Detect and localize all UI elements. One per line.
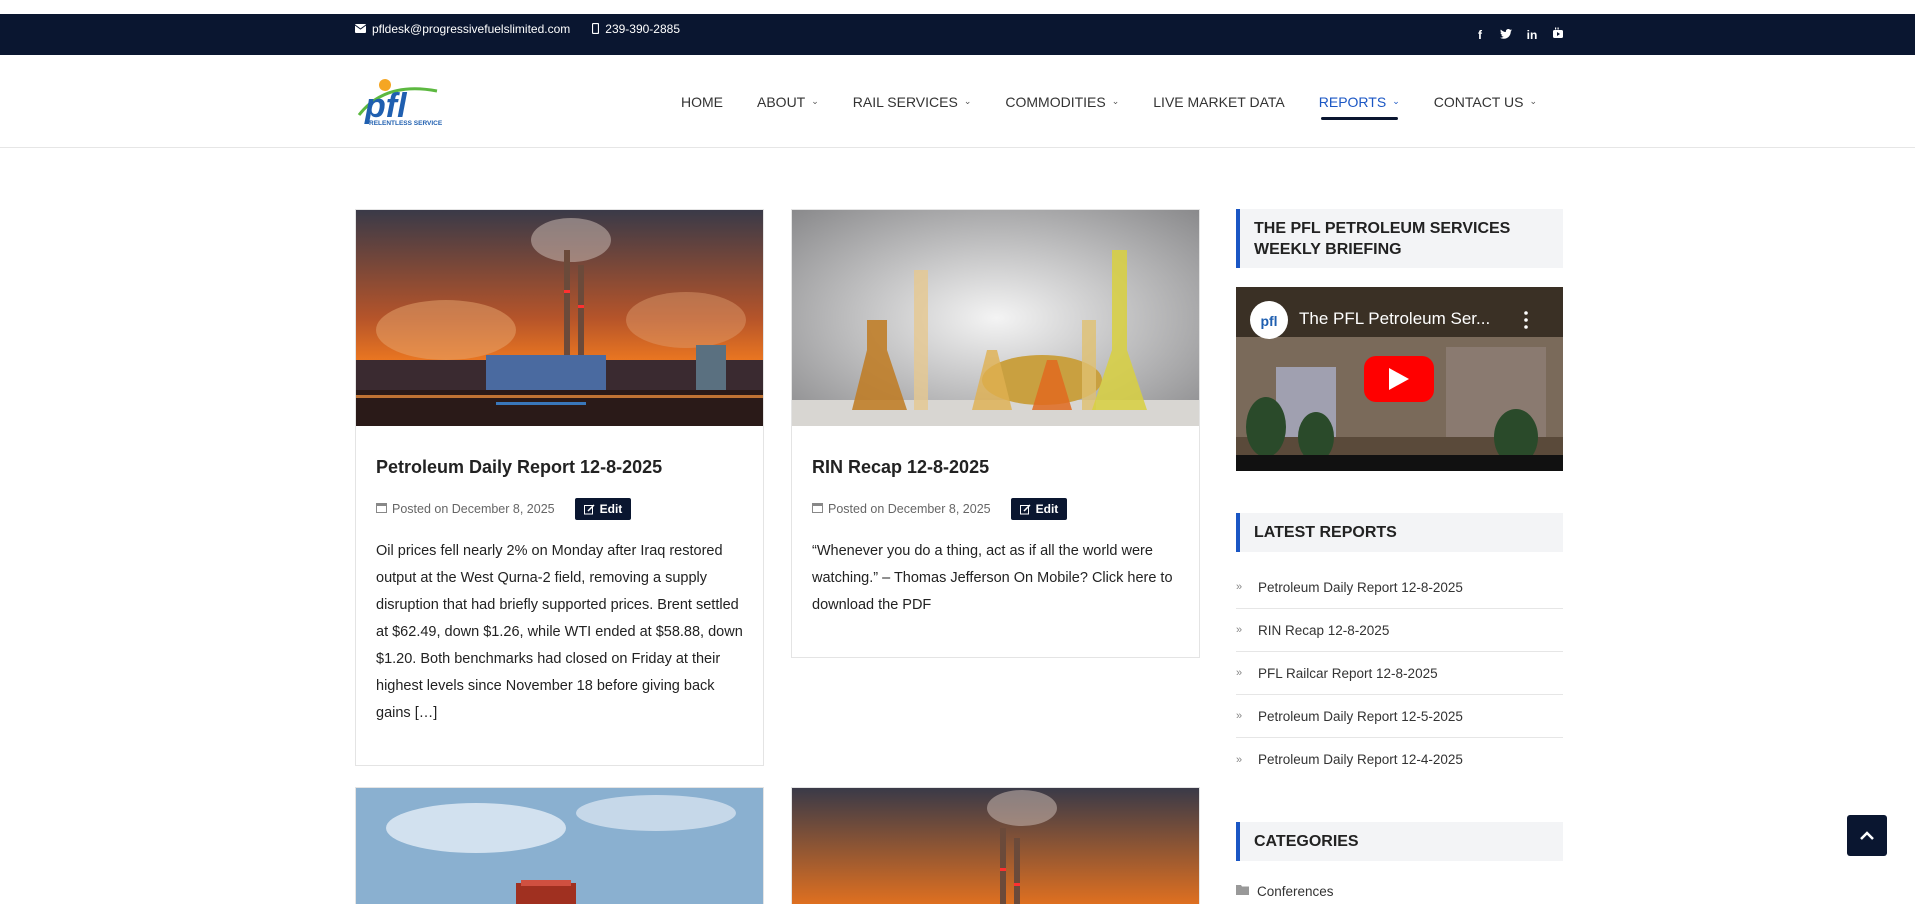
nav-reports-label: REPORTS [1318, 93, 1387, 110]
nav-live-market-data[interactable]: LIVE MARKET DATA [1136, 55, 1301, 148]
list-item[interactable]: » RIN Recap 12-8-2025 [1236, 609, 1563, 652]
chevron-down-icon: ⌄ [963, 96, 972, 106]
youtube-icon[interactable] [1551, 27, 1565, 42]
post-excerpt: Oil prices fell nearly 2% on Monday afte… [376, 543, 743, 721]
chevron-down-icon: ⌄ [1529, 96, 1537, 106]
video-title[interactable]: The PFL Petroleum Ser... [1299, 309, 1490, 329]
nav-reports[interactable]: REPORTS ⌄ [1302, 55, 1417, 148]
email-text: pfldesk@progressivefuelslimited.com [372, 21, 571, 36]
category-link[interactable]: Conferences [1257, 884, 1334, 899]
report-link[interactable]: RIN Recap 12-8-2025 [1258, 623, 1389, 638]
post-meta: Posted on December 8, 2025 Edit [376, 498, 743, 520]
nav-home[interactable]: HOME [664, 55, 740, 148]
post-excerpt: “Whenever you do a thing, act as if all … [812, 543, 1173, 613]
post-thumbnail-refinery[interactable] [356, 210, 763, 426]
post-title[interactable]: RIN Recap 12-8-2025 [812, 457, 1179, 478]
widget-title-briefing: THE PFL PETROLEUM SERVICES WEEKLY BRIEFI… [1236, 209, 1563, 268]
double-chevron-right-icon: » [1236, 581, 1243, 593]
logo-tagline: RELENTLESS SERVICE [369, 120, 443, 127]
top-bar-inner: pfldesk@progressivefuelslimited.com 239-… [355, 14, 1565, 55]
post-thumbnail-railcar[interactable] [356, 788, 763, 904]
latest-reports-list: » Petroleum Daily Report 12-8-2025 » RIN R… [1236, 566, 1563, 781]
edit-label: Edit [1035, 502, 1059, 516]
svg-text:pfl: pfl [1260, 313, 1277, 329]
phone-text: 239-390-2885 [605, 21, 680, 36]
list-item[interactable]: » Petroleum Daily Report 12-5-2025 [1236, 695, 1563, 738]
nav-about[interactable]: ABOUT ⌄ [740, 55, 836, 148]
back-to-top-button[interactable] [1847, 815, 1887, 856]
post-card [791, 787, 1200, 904]
post-thumbnail-flasks[interactable] [792, 210, 1199, 426]
nav-home-label: HOME [681, 93, 723, 110]
report-link[interactable]: Petroleum Daily Report 12-4-2025 [1258, 752, 1463, 767]
chevron-down-icon: ⌄ [1392, 96, 1400, 106]
nav-rail-services-label: RAIL SERVICES [852, 93, 958, 110]
envelope-icon [355, 24, 366, 33]
main-nav: HOME ABOUT ⌄ RAIL SERVICES ⌄ COMMODITIES ⌄ … [664, 55, 1554, 148]
post-card [355, 787, 764, 904]
nav-commodities-label: COMMODITIES [1005, 93, 1106, 110]
edit-button[interactable]: Edit [1010, 498, 1068, 520]
play-button[interactable] [1364, 356, 1434, 402]
post-card: RIN Recap 12-8-2025 Posted on December 8… [791, 209, 1200, 658]
site-header: pfl RELENTLESS SERVICE HOME ABOUT ⌄ RAIL … [0, 55, 1915, 148]
post-date[interactable]: Posted on December 8, 2025 [392, 502, 555, 516]
post-date[interactable]: Posted on December 8, 2025 [828, 502, 991, 516]
double-chevron-right-icon: » [1236, 624, 1243, 636]
list-item[interactable]: » PFL Railcar Report 12-8-2025 [1236, 652, 1563, 695]
calendar-icon [376, 502, 387, 516]
chevron-up-icon [1860, 831, 1874, 840]
play-icon [1389, 368, 1409, 390]
list-item[interactable]: » Petroleum Daily Report 12-8-2025 [1236, 566, 1563, 609]
edit-icon [1019, 503, 1031, 514]
twitter-icon[interactable] [1499, 28, 1513, 42]
list-item[interactable]: » Petroleum Daily Report 12-4-2025 [1236, 738, 1563, 781]
edit-icon [583, 503, 595, 514]
facebook-icon[interactable]: f [1473, 28, 1487, 42]
folder-icon [1236, 885, 1249, 895]
post-meta: Posted on December 8, 2025 Edit [812, 498, 1179, 520]
youtube-video-embed[interactable]: pfl The PFL Petroleum Ser... [1236, 287, 1563, 471]
pfl-logo[interactable]: pfl RELENTLESS SERVICE [355, 75, 455, 127]
nav-contact-us[interactable]: CONTACT US ⌄ [1417, 55, 1554, 148]
linkedin-icon[interactable]: in [1525, 28, 1539, 42]
contact-info: pfldesk@progressivefuelslimited.com 239-… [355, 22, 680, 36]
nav-commodities[interactable]: COMMODITIES ⌄ [988, 55, 1136, 148]
edit-label: Edit [599, 502, 623, 516]
mobile-phone-icon [592, 23, 600, 34]
email-link[interactable]: pfldesk@progressivefuelslimited.com [355, 22, 570, 36]
report-link[interactable]: Petroleum Daily Report 12-5-2025 [1258, 709, 1463, 724]
nav-rail-services[interactable]: RAIL SERVICES ⌄ [836, 55, 989, 148]
nav-live-market-data-label: LIVE MARKET DATA [1153, 93, 1285, 110]
chevron-down-icon: ⌄ [811, 96, 819, 106]
edit-button[interactable]: Edit [574, 498, 632, 520]
post-card: Petroleum Daily Report 12-8-2025 Posted … [355, 209, 764, 766]
widget-title-categories: CATEGORIES [1236, 822, 1563, 861]
chevron-down-icon: ⌄ [1111, 96, 1120, 106]
double-chevron-right-icon: » [1236, 753, 1243, 766]
phone-link[interactable]: 239-390-2885 [592, 22, 680, 36]
post-thumbnail-refinery[interactable] [792, 788, 1199, 904]
double-chevron-right-icon: » [1236, 667, 1243, 679]
social-links: f in [1473, 27, 1565, 42]
widget-title-latest-reports: LATEST REPORTS [1236, 513, 1563, 552]
nav-contact-us-label: CONTACT US [1433, 93, 1524, 110]
nav-about-label: ABOUT [757, 93, 806, 110]
category-item[interactable]: Conferences [1236, 884, 1334, 904]
post-title[interactable]: Petroleum Daily Report 12-8-2025 [376, 457, 743, 478]
report-link[interactable]: PFL Railcar Report 12-8-2025 [1258, 666, 1438, 681]
report-link[interactable]: Petroleum Daily Report 12-8-2025 [1258, 580, 1463, 595]
double-chevron-right-icon: » [1236, 710, 1243, 722]
calendar-icon [812, 502, 823, 516]
top-bar: pfldesk@progressivefuelslimited.com 239-… [0, 14, 1915, 55]
